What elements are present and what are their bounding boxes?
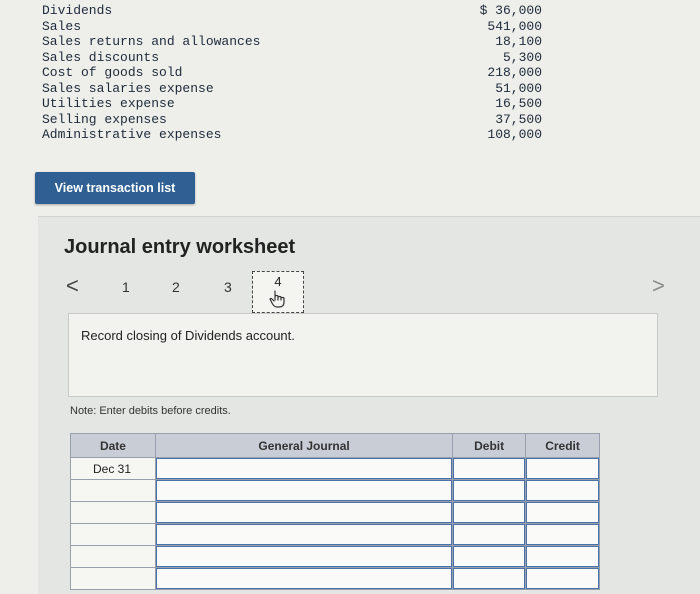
journal-header-row: Date General Journal Debit Credit — [70, 433, 600, 458]
date-cell: Dec 31 — [70, 457, 156, 480]
date-header: Date — [70, 433, 156, 458]
debit-input[interactable] — [452, 567, 527, 590]
debit-input[interactable] — [452, 501, 527, 524]
debit-input[interactable] — [452, 523, 527, 546]
credit-input[interactable] — [525, 545, 600, 568]
account-amount: 16,500 — [495, 96, 542, 111]
credit-input[interactable] — [525, 457, 600, 480]
account-name: Sales discounts — [42, 49, 160, 65]
credit-field[interactable] — [526, 480, 599, 501]
date-cell — [70, 479, 156, 502]
date-cell — [70, 501, 156, 524]
instruction-text: Record closing of Dividends account. — [81, 328, 295, 343]
account-input[interactable] — [154, 479, 454, 502]
debit-field[interactable] — [453, 502, 526, 523]
debit-field[interactable] — [453, 524, 526, 545]
hand-pointer-icon — [269, 290, 285, 308]
debit-field[interactable] — [453, 546, 526, 567]
next-step-button[interactable]: > — [652, 273, 665, 299]
journal-table: Date General Journal Debit Credit Dec 31 — [70, 433, 600, 590]
account-field[interactable] — [155, 480, 453, 501]
debit-input[interactable] — [452, 479, 527, 502]
account-input[interactable] — [154, 501, 454, 524]
debit-field[interactable] — [453, 480, 526, 501]
step-2-tab[interactable]: 2 — [172, 279, 180, 295]
current-step-number: 4 — [274, 274, 282, 289]
account-row: Sales discounts 5,300 — [42, 50, 542, 66]
account-name: Sales — [42, 18, 82, 34]
account-row: Selling expenses 37,500 — [42, 112, 542, 128]
date-cell — [70, 545, 156, 568]
account-row: Administrative expenses 108,000 — [42, 127, 542, 143]
general-journal-header: General Journal — [154, 433, 454, 458]
table-row — [70, 545, 600, 568]
step-1-tab[interactable]: 1 — [122, 279, 130, 295]
account-field[interactable] — [155, 568, 453, 589]
account-field[interactable] — [155, 458, 453, 479]
credit-input[interactable] — [525, 501, 600, 524]
account-amount: $ 36,000 — [479, 3, 542, 18]
table-row — [70, 523, 600, 546]
account-input[interactable] — [154, 523, 454, 546]
credit-field[interactable] — [526, 568, 599, 589]
debit-header: Debit — [452, 433, 527, 458]
account-amount: 541,000 — [487, 18, 542, 34]
debit-field[interactable] — [453, 568, 526, 589]
credit-input[interactable] — [525, 479, 600, 502]
step-3-tab[interactable]: 3 — [224, 279, 232, 295]
debit-input[interactable] — [452, 457, 527, 480]
account-name: Administrative expenses — [42, 127, 222, 142]
account-row: Sales salaries expense 51,000 — [42, 81, 542, 97]
credit-field[interactable] — [526, 524, 599, 545]
account-name: Utilities expense — [42, 96, 175, 111]
date-cell — [70, 567, 156, 590]
account-input[interactable] — [154, 457, 454, 480]
account-amount: 108,000 — [487, 127, 542, 142]
account-field[interactable] — [155, 546, 453, 567]
account-row: Sales returns and allowances 18,100 — [42, 34, 542, 50]
instruction-box: Record closing of Dividends account. — [68, 313, 658, 397]
account-name: Selling expenses — [42, 111, 167, 127]
credit-header: Credit — [525, 433, 600, 458]
previous-step-button[interactable]: < — [66, 273, 79, 299]
account-name: Sales returns and allowances — [42, 34, 261, 49]
date-cell — [70, 523, 156, 546]
account-amount: 218,000 — [487, 65, 542, 80]
account-amount: 51,000 — [495, 80, 542, 96]
view-transaction-list-button[interactable]: View transaction list — [35, 172, 195, 204]
account-row: Dividends $ 36,000 — [42, 3, 542, 19]
table-row: Dec 31 — [70, 457, 600, 480]
account-field[interactable] — [155, 524, 453, 545]
credit-input[interactable] — [525, 567, 600, 590]
account-row: Sales 541,000 — [42, 19, 542, 35]
account-amount: 18,100 — [495, 34, 542, 49]
table-row — [70, 479, 600, 502]
account-amount: 37,500 — [495, 111, 542, 127]
worksheet-title: Journal entry worksheet — [64, 236, 296, 258]
account-name: Dividends — [42, 3, 113, 18]
table-row — [70, 501, 600, 524]
debit-field[interactable] — [453, 458, 526, 479]
credit-field[interactable] — [526, 458, 599, 479]
step-4-tab[interactable]: 4 — [252, 271, 304, 313]
debit-input[interactable] — [452, 545, 527, 568]
account-input[interactable] — [154, 545, 454, 568]
entry-note: Note: Enter debits before credits. — [70, 405, 231, 417]
credit-field[interactable] — [526, 546, 599, 567]
account-row: Utilities expense 16,500 — [42, 96, 542, 112]
account-balances-list: Dividends $ 36,000 Sales 541,000 Sales ret… — [42, 3, 542, 143]
credit-field[interactable] — [526, 502, 599, 523]
account-name: Cost of goods sold — [42, 65, 183, 80]
table-row — [70, 567, 600, 590]
account-amount: 5,300 — [502, 49, 542, 65]
account-field[interactable] — [155, 502, 453, 523]
journal-entry-worksheet: Journal entry worksheet < 1 2 3 4 > Reco… — [38, 216, 700, 594]
credit-input[interactable] — [525, 523, 600, 546]
account-name: Sales salaries expense — [42, 80, 214, 96]
account-input[interactable] — [154, 567, 454, 590]
account-row: Cost of goods sold 218,000 — [42, 65, 542, 81]
